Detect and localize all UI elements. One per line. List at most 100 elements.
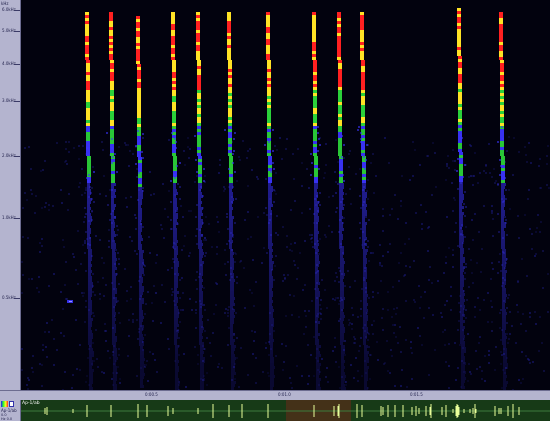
call-segment bbox=[197, 114, 201, 117]
call-segment bbox=[229, 210, 232, 213]
noise-speck bbox=[285, 148, 287, 150]
call-segment bbox=[227, 54, 231, 57]
noise-speck bbox=[127, 144, 129, 146]
call-segment bbox=[312, 48, 316, 51]
noise-speck bbox=[524, 214, 526, 216]
call-segment bbox=[231, 378, 234, 381]
call-segment bbox=[266, 57, 270, 60]
waveform-track[interactable]: Ap-1/ab 0.0 Hz 0.0 Ap-1/ab bbox=[0, 400, 550, 421]
noise-speck bbox=[118, 348, 120, 350]
noise-speck bbox=[540, 221, 542, 223]
noise-speck bbox=[396, 307, 398, 309]
call-segment bbox=[200, 384, 204, 387]
call-segment bbox=[199, 324, 203, 327]
noise-speck bbox=[182, 216, 184, 218]
call-segment bbox=[112, 279, 116, 282]
noise-speck bbox=[251, 292, 253, 294]
call-segment bbox=[269, 312, 271, 314]
call-segment bbox=[86, 78, 90, 81]
spectrogram-view[interactable] bbox=[21, 0, 550, 390]
noise-speck bbox=[541, 342, 543, 344]
call-segment bbox=[85, 36, 89, 39]
noise-speck bbox=[500, 309, 502, 311]
noise-speck bbox=[203, 304, 205, 306]
call-segment bbox=[315, 330, 318, 333]
call-segment bbox=[272, 129, 274, 131]
call-segment bbox=[462, 329, 464, 331]
noise-speck bbox=[44, 206, 46, 208]
call-segment bbox=[233, 333, 235, 335]
call-segment bbox=[459, 245, 463, 248]
call-segment bbox=[200, 381, 204, 384]
noise-speck bbox=[205, 239, 207, 241]
frequency-tick-mark bbox=[14, 64, 20, 65]
call-segment bbox=[229, 279, 231, 281]
call-segment bbox=[338, 96, 342, 99]
call-segment bbox=[314, 171, 318, 174]
frequency-ruler[interactable]: kHz 6.0kHz 5.0kHz 4.0kHz 3.0kHz 2.0kHz 1.0kHz… bbox=[0, 0, 21, 390]
noise-speck bbox=[477, 182, 479, 184]
call-segment bbox=[85, 24, 89, 27]
call-segment bbox=[112, 309, 115, 312]
call-segment bbox=[500, 147, 504, 150]
call-segment bbox=[111, 138, 113, 140]
noise-speck bbox=[400, 200, 402, 202]
noise-speck bbox=[494, 182, 496, 184]
call-segment bbox=[363, 156, 365, 158]
call-segment bbox=[139, 274, 142, 277]
call-segment bbox=[174, 318, 178, 321]
call-segment bbox=[315, 303, 319, 306]
call-segment bbox=[111, 204, 116, 207]
call-segment bbox=[172, 144, 176, 147]
call-segment bbox=[112, 336, 117, 339]
noise-speck bbox=[483, 205, 485, 207]
call-segment bbox=[337, 36, 341, 39]
call-segment bbox=[312, 21, 316, 24]
noise-speck bbox=[382, 208, 384, 210]
call-segment bbox=[500, 153, 504, 156]
call-segment bbox=[113, 369, 117, 372]
call-segment bbox=[367, 240, 369, 242]
call-segment bbox=[502, 276, 506, 279]
call-segment bbox=[198, 204, 201, 207]
call-segment bbox=[360, 27, 364, 30]
call-segment bbox=[340, 276, 344, 279]
call-segment bbox=[273, 330, 275, 332]
call-segment bbox=[362, 216, 365, 219]
call-segment bbox=[500, 60, 504, 63]
call-segment bbox=[338, 132, 342, 135]
noise-speck bbox=[391, 355, 393, 357]
noise-speck bbox=[297, 267, 299, 269]
call-segment bbox=[228, 108, 232, 111]
call-segment bbox=[466, 299, 468, 301]
noise-speck bbox=[428, 226, 430, 228]
call-segment bbox=[315, 285, 318, 288]
call-segment bbox=[269, 267, 273, 270]
noise-speck bbox=[334, 346, 336, 348]
call-segment bbox=[87, 171, 91, 174]
call-segment bbox=[364, 354, 368, 357]
noise-speck bbox=[509, 208, 511, 210]
noise-speck bbox=[476, 368, 478, 370]
spectrogram-canvas[interactable] bbox=[21, 0, 550, 390]
track-header[interactable]: Ap-1/ab 0.0 Hz 0.0 bbox=[0, 400, 21, 421]
noise-speck bbox=[184, 235, 186, 237]
call-segment bbox=[145, 364, 147, 366]
call-segment bbox=[228, 81, 232, 84]
call-segment bbox=[231, 369, 235, 372]
noise-speck bbox=[515, 342, 517, 344]
noise-speck bbox=[153, 193, 155, 195]
call-segment bbox=[196, 18, 200, 21]
call-segment bbox=[85, 48, 89, 51]
track-color-icon[interactable] bbox=[9, 401, 14, 407]
call-segment bbox=[85, 39, 89, 42]
noise-speck bbox=[282, 226, 284, 228]
noise-speck bbox=[294, 242, 296, 244]
waveform-canvas[interactable] bbox=[21, 400, 550, 421]
call-segment bbox=[227, 45, 231, 48]
call-segment bbox=[340, 255, 343, 258]
call-segment bbox=[502, 342, 506, 345]
color-scale-icon[interactable] bbox=[1, 401, 8, 407]
noise-speck bbox=[349, 188, 351, 190]
call-segment bbox=[266, 12, 270, 15]
